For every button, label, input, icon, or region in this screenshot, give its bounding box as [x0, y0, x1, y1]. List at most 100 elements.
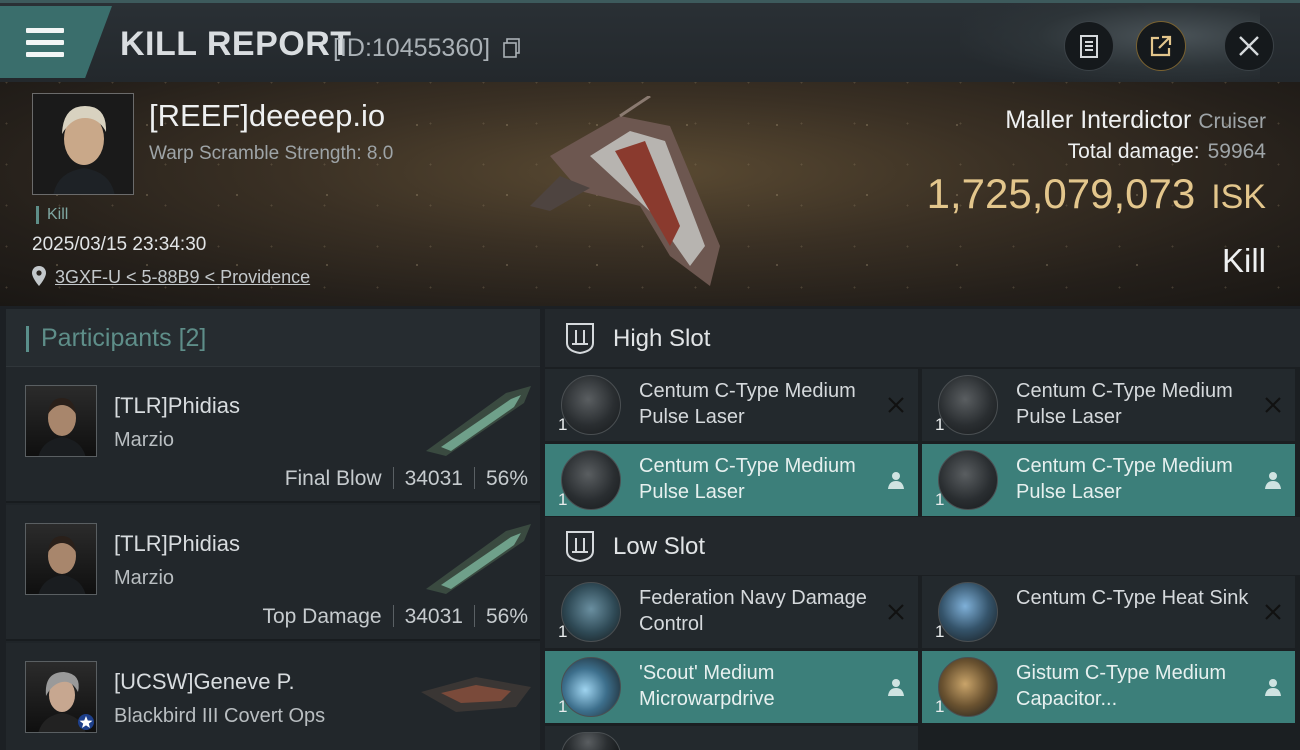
participant-portrait: [25, 661, 97, 733]
laser-module-icon: [938, 450, 998, 510]
module-item[interactable]: 1 Centum C-Type Medium Pulse Laser: [545, 444, 918, 516]
clipboard-icon: [1080, 35, 1098, 58]
laser-module-icon: [561, 450, 621, 510]
participant-damage: 34031: [404, 605, 463, 628]
module-item[interactable]: 1 Federation Navy Damage Control: [545, 576, 918, 648]
module-item[interactable]: 1 Centum C-Type Medium Pulse Laser: [545, 369, 918, 441]
victim-portrait[interactable]: [32, 93, 134, 195]
kill-datetime: 2025/03/15 23:34:30: [32, 234, 207, 255]
menu-button[interactable]: [0, 6, 112, 78]
module-qty: 1: [935, 415, 945, 434]
kill-header: [REEF]deeeep.io Warp Scramble Strength: …: [0, 82, 1300, 306]
participant-role: Top Damage: [262, 605, 382, 628]
isk-amount: 1,725,079,073: [926, 170, 1196, 217]
location-pin-icon: [32, 266, 46, 286]
ship-class: Cruiser: [1198, 110, 1266, 133]
capacitor-icon: [938, 657, 998, 717]
dropped-person-icon: [1265, 679, 1281, 696]
participant-ship-image: [421, 677, 531, 712]
participant-stats: Final Blow 34031 56%: [285, 467, 528, 491]
participant-name: [TLR]Phidias: [114, 393, 240, 418]
close-button[interactable]: [1224, 21, 1274, 71]
participants-panel: Participants [2] [TLR]Phidias Marzio Fin…: [6, 309, 540, 750]
participant-ship-image: [426, 524, 531, 594]
participant-name: [TLR]Phidias: [114, 531, 240, 556]
module-qty: 1: [558, 697, 568, 716]
participants-count: [2]: [178, 324, 207, 352]
participant-percent: 56%: [485, 605, 528, 628]
module-item[interactable]: 1 Centum C-Type Medium Pulse Laser: [922, 444, 1295, 516]
title-bar: KILL REPORT [ID:10455360]: [0, 0, 1300, 85]
participant-role: Final Blow: [284, 467, 382, 490]
module-name: Centum C-Type Heat Sink: [1016, 587, 1249, 609]
module-qty: 1: [935, 697, 945, 716]
share-button[interactable]: [1136, 21, 1186, 71]
result-label: Kill: [1221, 242, 1266, 279]
module-name: Centum C-Type Medium Pulse Laser: [1016, 380, 1233, 428]
window-title: KILL REPORT: [120, 25, 352, 63]
total-damage: Total damage: 59964: [1068, 140, 1266, 164]
module-name: Centum C-Type Medium Pulse Laser: [639, 380, 856, 428]
victim-subtitle: Warp Scramble Strength: 8.0: [149, 143, 394, 164]
participant-row[interactable]: [TLR]Phidias Marzio Top Damage 34031 56%: [6, 505, 540, 641]
menu-icon: [26, 28, 64, 58]
dropped-person-icon: [888, 472, 904, 489]
participant-name: [UCSW]Geneve P.: [114, 669, 295, 694]
module-name: Federation Navy Damage Control: [639, 587, 867, 635]
copy-icon[interactable]: [503, 38, 521, 58]
module-name: Centum C-Type Medium Pulse Laser: [639, 455, 856, 503]
isk-unit: ISK: [1211, 178, 1266, 216]
participant-ship: Blackbird III Covert Ops: [114, 705, 326, 727]
high-slot-title: High Slot: [613, 325, 711, 352]
module-qty: 1: [935, 490, 945, 509]
fitting-panel: High Slot 1 Centum C-Type Medium Pulse L…: [545, 309, 1300, 750]
report-id: [ID:10455360]: [333, 34, 491, 62]
module-qty: 1: [935, 622, 945, 641]
participant-damage: 34031: [404, 467, 463, 490]
participant-ship: Marzio: [114, 429, 175, 451]
participant-portrait: [25, 523, 97, 595]
destroyed-x-icon: [1265, 397, 1281, 413]
laser-module-icon: [938, 375, 998, 435]
slot-icon: [566, 323, 594, 355]
share-icon: [1150, 35, 1172, 57]
isk-value: 1,725,079,073 ISK: [927, 170, 1266, 218]
participant-ship: Marzio: [114, 567, 175, 589]
close-icon: [1239, 36, 1259, 56]
kill-tag: Kill: [36, 206, 68, 224]
damage-control-icon: [561, 582, 621, 642]
participant-portrait: [25, 385, 97, 457]
module-name: Gistum C-Type Medium Capacitor...: [1016, 662, 1227, 710]
module-item-partial[interactable]: [545, 726, 918, 750]
laser-module-icon: [561, 375, 621, 435]
victim-ship-image[interactable]: [520, 96, 760, 296]
module-icon: [561, 732, 621, 750]
module-item[interactable]: 1 'Scout' Medium Microwarpdrive: [545, 651, 918, 723]
destroyed-x-icon: [888, 604, 904, 620]
slot-icon: [566, 531, 594, 563]
dropped-person-icon: [888, 679, 904, 696]
participant-stats: Top Damage 34031 56%: [262, 605, 528, 629]
participant-row[interactable]: [TLR]Phidias Marzio Final Blow 34031 56%: [6, 367, 540, 503]
ship-name-text: Maller Interdictor: [1005, 106, 1192, 134]
module-qty: 1: [558, 622, 568, 641]
victim-name[interactable]: [REEF]deeeep.io: [149, 98, 385, 134]
module-item[interactable]: 1 Gistum C-Type Medium Capacitor...: [922, 651, 1295, 723]
dropped-person-icon: [1265, 472, 1281, 489]
victim-ship-name[interactable]: Maller Interdictor Cruiser: [1005, 106, 1266, 135]
module-name: Centum C-Type Medium Pulse Laser: [1016, 455, 1233, 503]
total-damage-label: Total damage:: [1067, 140, 1200, 163]
clipboard-button[interactable]: [1064, 21, 1114, 71]
participant-ship-image: [426, 386, 531, 456]
low-slot-header[interactable]: Low Slot: [545, 517, 1300, 575]
module-item[interactable]: 1 Centum C-Type Medium Pulse Laser: [922, 369, 1295, 441]
module-item[interactable]: 1 Centum C-Type Heat Sink: [922, 576, 1295, 648]
high-slot-header[interactable]: High Slot: [545, 309, 1300, 367]
module-qty: 1: [558, 490, 568, 509]
location-link[interactable]: 3GXF-U < 5-88B9 < Providence: [55, 267, 310, 288]
total-damage-value: 59964: [1207, 140, 1266, 163]
participants-label: Participants [2]: [41, 324, 207, 352]
participant-row[interactable]: [UCSW]Geneve P. Blackbird III Covert Ops: [6, 643, 540, 750]
module-qty: 1: [558, 415, 568, 434]
destroyed-x-icon: [1265, 604, 1281, 620]
